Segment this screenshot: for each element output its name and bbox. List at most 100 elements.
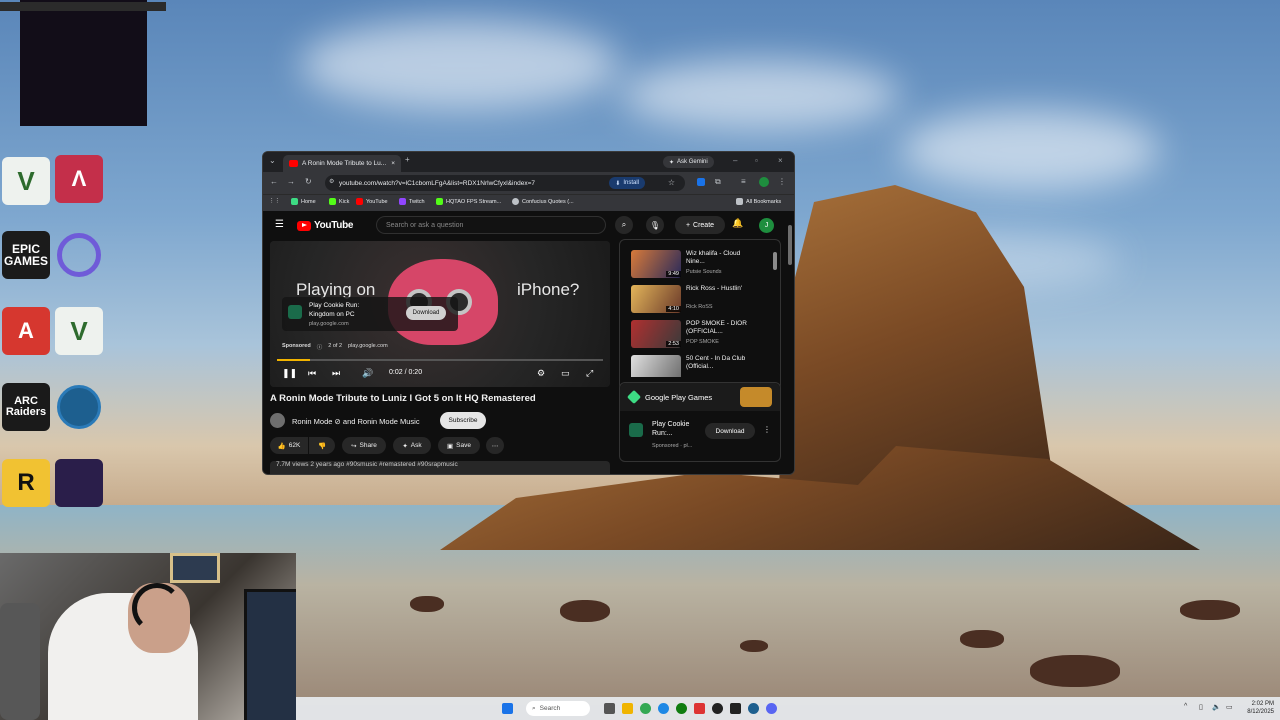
ask-button[interactable]: ✦ Ask [393, 437, 431, 454]
address-bar[interactable]: ⚙ youtube.com/watch?v=lC1cbomLFgA&list=R… [325, 175, 685, 191]
steam-taskbar-icon[interactable] [748, 703, 759, 714]
steam-icon[interactable] [55, 383, 103, 431]
more-options-icon[interactable]: ⋮ [763, 425, 771, 434]
youtube-search-input[interactable]: Search or ask a question [376, 216, 606, 234]
install-button[interactable]: ⬇ Install [609, 177, 645, 189]
rockstar-icon[interactable]: R [2, 459, 50, 507]
create-button[interactable]: + Create [675, 216, 725, 234]
playlist-scrollbar[interactable] [773, 252, 777, 270]
previous-icon[interactable]: ⏮ [308, 368, 316, 379]
list-item[interactable]: 50 Cent - In Da Club (Official... [631, 355, 771, 377]
close-window-icon[interactable]: × [778, 156, 783, 165]
tray-chevron-icon[interactable]: ^ [1184, 703, 1187, 710]
progress-bar[interactable] [277, 359, 603, 361]
notifications-bell-icon[interactable]: 🔔 [732, 218, 743, 229]
gta-v-icon[interactable]: V [2, 157, 50, 205]
start-icon[interactable] [502, 703, 513, 714]
epic-taskbar-icon[interactable] [730, 703, 741, 714]
settings-gear-icon[interactable]: ⚙ [537, 368, 545, 379]
list-item[interactable]: 2:53 POP SMOKE - DIOR (OFFICIAL... POP S… [631, 320, 771, 350]
chrome-icon[interactable] [640, 703, 651, 714]
bookmark-all[interactable]: All Bookmarks [736, 198, 781, 205]
new-tab-icon[interactable]: + [405, 155, 410, 164]
gp-download-button[interactable]: Download [705, 423, 755, 439]
edge-icon[interactable] [658, 703, 669, 714]
back-icon[interactable]: ← [270, 177, 278, 186]
youtube-logo[interactable]: YouTube [297, 220, 354, 231]
more-actions-button[interactable]: ⋯ [486, 437, 504, 454]
subscribe-button[interactable]: Subscribe [440, 412, 486, 429]
maximize-icon[interactable]: ▫ [755, 156, 758, 165]
search-icon[interactable]: ⌕ [615, 216, 633, 234]
app-taskbar-icon[interactable] [694, 703, 705, 714]
battery-icon[interactable]: ▭ [1226, 703, 1233, 711]
taskbar-search[interactable]: ⌕ Search [526, 701, 590, 716]
ad-download-button[interactable]: Download [406, 306, 446, 320]
thumbnail [631, 355, 681, 377]
forward-icon[interactable]: → [287, 177, 295, 186]
tab-active[interactable]: A Ronin Mode Tribute to Lu... × [283, 155, 401, 172]
save-button[interactable]: ▣ Save [438, 437, 480, 454]
microphone-icon[interactable]: 🎙 [646, 216, 664, 234]
gta-v-2-icon[interactable]: V [55, 307, 103, 355]
bookmark-hqtao[interactable]: HQTAO FPS Stream... [436, 198, 501, 205]
puzzle-extensions-icon[interactable]: ⧉ [715, 177, 721, 187]
volume-icon[interactable]: 🔊 [362, 368, 373, 379]
like-button[interactable]: 👍 62K [270, 437, 308, 454]
description-box[interactable]: 7.7M views 2 years ago #90smusic #remast… [270, 461, 610, 474]
media-controls-icon[interactable]: ≡ [741, 177, 746, 186]
pause-icon[interactable]: ❚❚ [282, 368, 297, 379]
obs-icon[interactable] [712, 703, 723, 714]
profile-icon[interactable] [759, 177, 769, 187]
bookmark-star-icon[interactable]: ☆ [668, 178, 675, 187]
share-button[interactable]: ↪ Share [342, 437, 386, 454]
next-icon[interactable]: ⏭ [332, 368, 340, 379]
arc-raiders-icon[interactable]: ARC Raiders [2, 383, 50, 431]
clock[interactable]: 2:02 PM 8/12/2025 [1247, 700, 1274, 716]
site-info-icon[interactable]: ⚙ [329, 178, 334, 185]
share-icon: ↪ [351, 442, 357, 450]
list-item[interactable]: 9:49 Wiz khalifa - Cloud Nine... Putsie … [631, 250, 771, 280]
file-explorer-icon[interactable] [622, 703, 633, 714]
info-icon[interactable]: ⓘ [317, 343, 323, 351]
bookmark-youtube[interactable]: YouTube [356, 198, 388, 205]
xbox-icon[interactable] [676, 703, 687, 714]
tab-search-icon[interactable]: ⌄ [269, 156, 276, 165]
channel-avatar[interactable] [270, 413, 285, 428]
hamburger-menu-icon[interactable]: ☰ [275, 219, 284, 230]
bookmark-kick[interactable]: Kick [329, 198, 349, 205]
discord-icon[interactable] [766, 703, 777, 714]
bookmark-confucius[interactable]: Confucius Quotes (... [512, 198, 574, 205]
epic-games-icon[interactable]: EPIC GAMES [2, 231, 50, 279]
speaker-icon[interactable]: 🔈 [1212, 703, 1221, 711]
bookmark-home[interactable]: Home [291, 198, 316, 205]
apps-icon[interactable]: ⋮⋮ [269, 198, 280, 204]
dislike-button[interactable]: 👎 [309, 437, 335, 454]
video-player[interactable]: Playing on iPhone? Play Cookie Run: King… [270, 241, 610, 387]
close-tab-icon[interactable]: × [391, 160, 395, 167]
minimize-icon[interactable]: – [733, 156, 737, 165]
ad-card[interactable]: Play Cookie Run: Kingdom on PC play.goog… [282, 297, 458, 331]
network-icon[interactable]: ▯ [1199, 703, 1203, 711]
ad-headline-right: iPhone? [517, 280, 580, 299]
menu-icon[interactable]: ⋮ [778, 177, 786, 186]
page-scrollbar[interactable] [788, 225, 792, 265]
miniplayer-icon[interactable]: ▭ [561, 368, 570, 379]
launcher-icon[interactable]: Λ [55, 155, 103, 203]
list-item[interactable]: 4:10 Rick Ross - Hustlin' Rick RoSS [631, 285, 771, 315]
channel-name[interactable]: Ronin Mode ⊘ and Ronin Mode Music [292, 417, 420, 426]
extension-icon[interactable] [697, 178, 705, 186]
bookmark-twitch[interactable]: Twitch [399, 198, 425, 205]
reload-icon[interactable]: ↻ [305, 177, 312, 186]
toolbar: ← → ↻ ⚙ youtube.com/watch?v=lC1cbomLFgA&… [263, 172, 794, 194]
task-view-icon[interactable] [604, 703, 615, 714]
ubisoft-icon[interactable] [55, 231, 103, 279]
account-avatar[interactable]: J [759, 218, 774, 233]
globe-icon [512, 198, 519, 205]
apex-icon[interactable]: A [2, 307, 50, 355]
ask-gemini-button[interactable]: ✦ Ask Gemini [663, 156, 714, 168]
kick-2-icon [436, 198, 443, 205]
google-play-ad-card[interactable]: Google Play Games Play Cookie Run:... Sp… [619, 382, 781, 462]
app-icon[interactable] [55, 459, 103, 507]
fullscreen-icon[interactable]: ⤢ [586, 368, 593, 379]
